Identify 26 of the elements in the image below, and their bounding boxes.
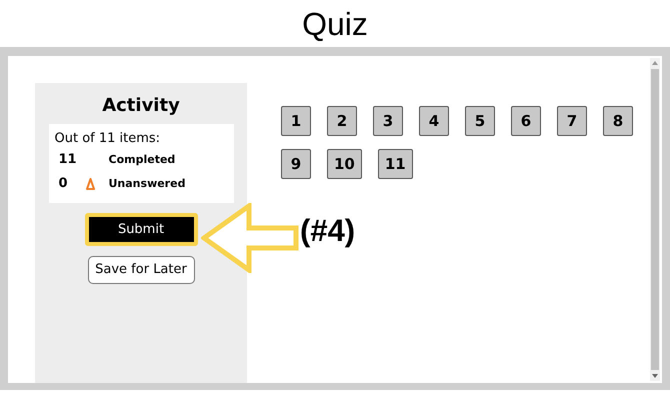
stat-label: Completed xyxy=(108,152,176,168)
question-button[interactable]: 1 xyxy=(281,106,311,136)
question-button[interactable]: 7 xyxy=(557,106,587,136)
scrollbar[interactable] xyxy=(650,58,660,381)
scroll-down-icon[interactable] xyxy=(652,374,658,378)
question-button[interactable]: 10 xyxy=(327,149,362,179)
question-button[interactable]: 3 xyxy=(373,106,403,136)
submit-button[interactable]: Submit xyxy=(84,213,198,246)
warning-icon xyxy=(86,178,94,190)
scroll-thumb[interactable] xyxy=(651,69,659,370)
callout-label: (#4) xyxy=(300,215,356,246)
question-button[interactable]: 2 xyxy=(327,106,357,136)
slide-title: Quiz xyxy=(302,8,368,40)
question-button[interactable]: 8 xyxy=(603,106,633,136)
panel-heading: Activity xyxy=(102,97,180,115)
question-button[interactable]: 5 xyxy=(465,106,495,136)
question-button[interactable]: 4 xyxy=(419,106,449,136)
save-button[interactable]: Save for Later xyxy=(88,256,194,284)
stat-count: 11 xyxy=(58,151,78,170)
summary-text: Out of 11 items: xyxy=(54,132,162,145)
stat-label: Unanswered xyxy=(108,176,186,192)
scroll-up-icon[interactable] xyxy=(652,61,658,65)
question-button[interactable]: 9 xyxy=(281,149,311,179)
question-button[interactable]: 11 xyxy=(378,149,413,179)
stat-count: 0 xyxy=(58,175,69,194)
question-button[interactable]: 6 xyxy=(511,106,541,136)
